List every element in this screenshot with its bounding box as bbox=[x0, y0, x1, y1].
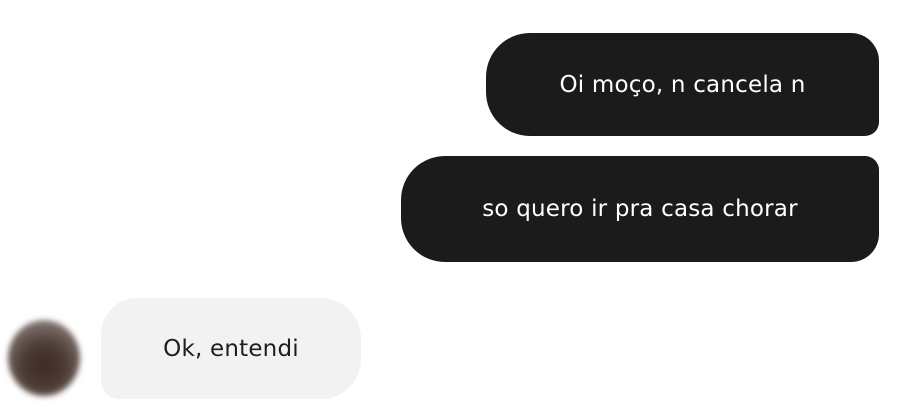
sender-avatar bbox=[8, 320, 80, 396]
message-text: Ok, entendi bbox=[163, 335, 299, 362]
message-text: Oi moço, n cancela n bbox=[559, 71, 806, 98]
message-text: so quero ir pra casa chorar bbox=[482, 196, 798, 222]
sent-message-bubble[interactable]: so quero ir pra casa chorar bbox=[401, 156, 879, 262]
received-message-bubble[interactable]: Ok, entendi bbox=[101, 298, 361, 399]
sent-message-bubble[interactable]: Oi moço, n cancela n bbox=[486, 33, 879, 136]
chat-thread: Oi moço, n cancela n so quero ir pra cas… bbox=[0, 0, 900, 413]
